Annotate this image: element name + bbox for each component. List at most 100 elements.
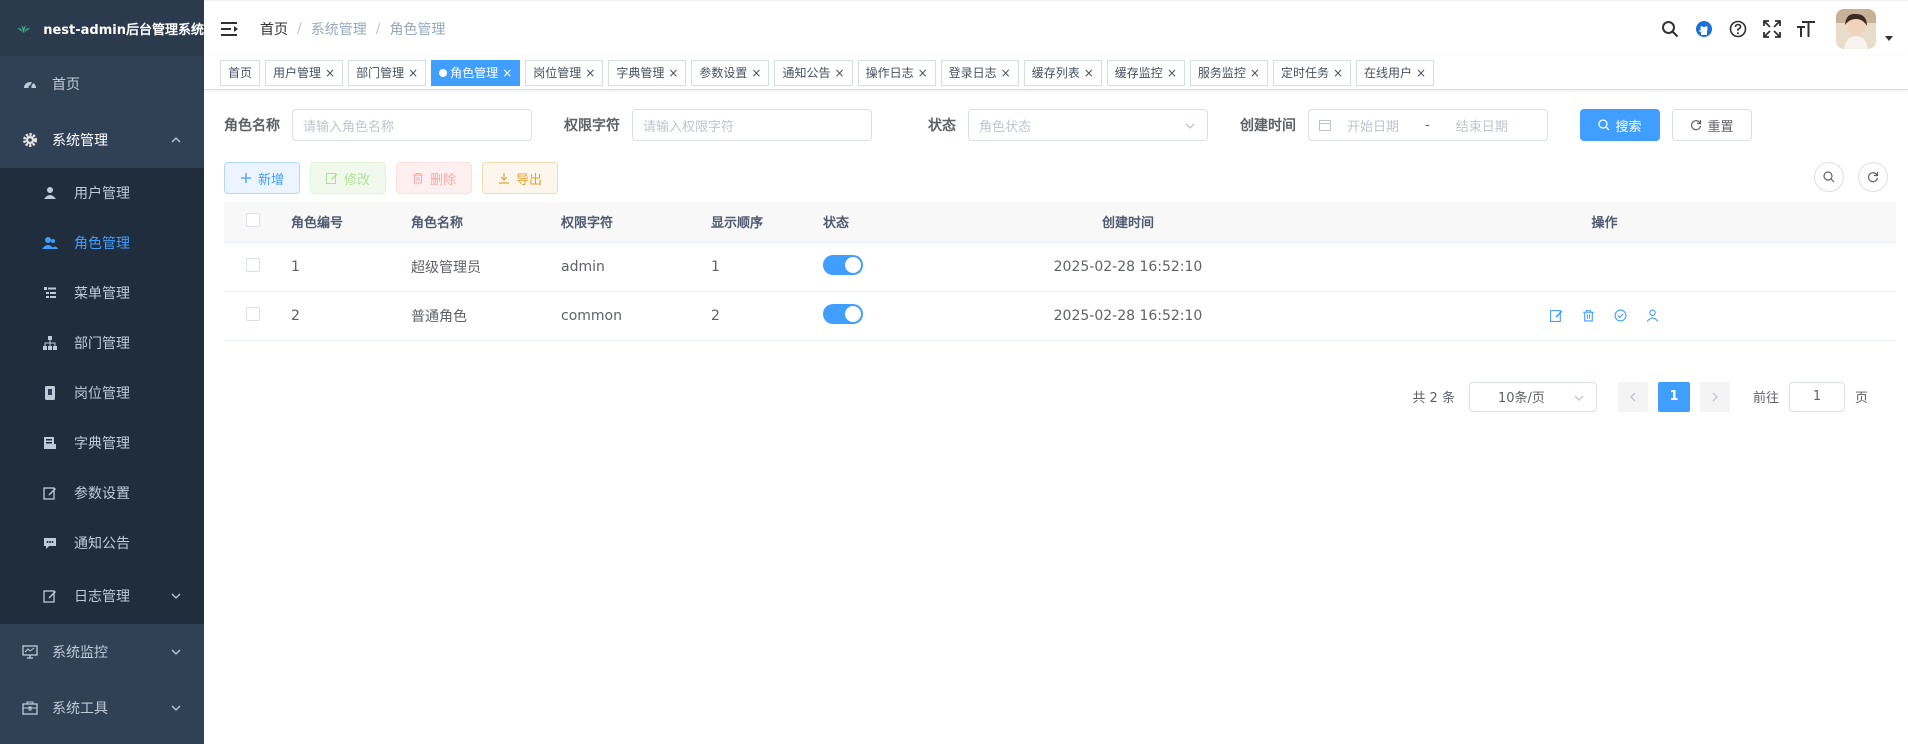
- cell-role-id: 2: [291, 291, 411, 341]
- reset-button[interactable]: 重置: [1672, 109, 1752, 141]
- end-date-placeholder[interactable]: 结束日期: [1456, 116, 1508, 135]
- sidebar-item-menu[interactable]: 菜单管理: [0, 268, 204, 318]
- sidebar-item-config[interactable]: 参数设置: [0, 468, 204, 518]
- user-icon[interactable]: [1645, 308, 1661, 324]
- chevron-down-icon: [1574, 395, 1584, 401]
- export-button[interactable]: 导出: [482, 162, 559, 194]
- sidebar-item-dict[interactable]: 字典管理: [0, 418, 204, 468]
- role-name-input[interactable]: 请输入角色名称: [292, 109, 532, 141]
- delete-button[interactable]: 删除: [396, 162, 473, 194]
- cell-role-name: 超级管理员: [411, 242, 561, 292]
- date-range-picker[interactable]: 开始日期 - 结束日期: [1308, 109, 1548, 141]
- sidebar-item-role[interactable]: 角色管理: [0, 218, 204, 268]
- tag-operlog[interactable]: 操作日志 ×: [857, 59, 936, 86]
- logo[interactable]: nest-admin后台管理系统: [0, 0, 204, 56]
- fullscreen-icon[interactable]: [1762, 19, 1782, 39]
- close-icon[interactable]: ×: [502, 61, 512, 85]
- chevron-down-icon: [171, 649, 181, 655]
- sidebar-item-home[interactable]: 首页: [0, 56, 204, 112]
- sidebar-item-dept[interactable]: 部门管理: [0, 318, 204, 368]
- hamburger-icon[interactable]: [220, 19, 240, 39]
- status-switch[interactable]: [823, 303, 863, 324]
- tag-cache-list[interactable]: 缓存列表 ×: [1023, 59, 1102, 86]
- next-page-button[interactable]: [1699, 381, 1730, 412]
- page-number-current[interactable]: 1: [1657, 381, 1690, 412]
- sidebar: nest-admin后台管理系统 首页 系统管理 用户管理 角色管理 菜单管理 …: [0, 0, 204, 744]
- table-row[interactable]: 2 普通角色 common 2 2025-02-28 16:52:10: [224, 291, 1896, 341]
- close-icon[interactable]: ×: [1416, 61, 1426, 85]
- sidebar-item-label: 参数设置: [74, 486, 130, 502]
- page-unit: 页: [1854, 391, 1868, 406]
- cell-create-time: 2025-02-28 16:52:10: [943, 242, 1313, 292]
- close-icon[interactable]: ×: [325, 61, 335, 85]
- tag-label: 在线用户: [1364, 65, 1413, 80]
- add-button[interactable]: 新增: [224, 162, 301, 194]
- font-size-icon[interactable]: [1796, 19, 1816, 39]
- row-checkbox[interactable]: [246, 257, 260, 272]
- trash-icon[interactable]: [1581, 308, 1597, 324]
- circle-check-icon[interactable]: [1613, 308, 1629, 324]
- sidebar-item-user[interactable]: 用户管理: [0, 168, 204, 218]
- role-name-placeholder: 请输入角色名称: [303, 119, 395, 135]
- sidebar-item-log[interactable]: 日志管理: [0, 568, 204, 624]
- role-key-input[interactable]: 请输入权限字符: [632, 109, 872, 141]
- goto-page-input[interactable]: 1: [1788, 381, 1845, 412]
- tag-role[interactable]: 角色管理 ×: [431, 59, 521, 86]
- switch-knob: [845, 305, 861, 322]
- sidebar-item-post[interactable]: 岗位管理: [0, 368, 204, 418]
- close-icon[interactable]: ×: [918, 61, 928, 85]
- question-icon[interactable]: [1728, 19, 1748, 39]
- tag-dept[interactable]: 部门管理 ×: [348, 59, 427, 86]
- sidebar-item-notice[interactable]: 通知公告: [0, 518, 204, 568]
- prev-page-button[interactable]: [1617, 381, 1648, 412]
- close-icon[interactable]: ×: [751, 61, 761, 85]
- breadcrumb-home[interactable]: 首页: [260, 19, 288, 39]
- pagination: 共 2 条 10条/页 1 前往 1 页: [1412, 381, 1868, 413]
- refresh-button[interactable]: [1858, 162, 1888, 192]
- close-icon[interactable]: ×: [1001, 61, 1011, 85]
- tag-post[interactable]: 岗位管理 ×: [525, 59, 604, 86]
- tag-user[interactable]: 用户管理 ×: [265, 59, 344, 86]
- edit-icon[interactable]: [1549, 308, 1565, 324]
- close-icon[interactable]: ×: [835, 61, 845, 85]
- tag-server[interactable]: 服务监控 ×: [1189, 59, 1268, 86]
- tag-cache-monitor[interactable]: 缓存监控 ×: [1106, 59, 1185, 86]
- close-icon[interactable]: ×: [668, 61, 678, 85]
- close-icon[interactable]: ×: [1250, 61, 1260, 85]
- tag-dict[interactable]: 字典管理 ×: [608, 59, 687, 86]
- reset-button-label: 重置: [1707, 119, 1734, 135]
- close-icon[interactable]: ×: [1167, 61, 1177, 85]
- header-role-id: 角色编号: [291, 202, 411, 243]
- caret-down-icon[interactable]: [1884, 33, 1894, 43]
- sidebar-item-system[interactable]: 系统管理: [0, 112, 204, 168]
- tag-loginlog[interactable]: 登录日志 ×: [940, 59, 1019, 86]
- close-icon[interactable]: ×: [408, 61, 418, 85]
- tag-notice[interactable]: 通知公告 ×: [774, 59, 853, 86]
- sidebar-item-tool[interactable]: 系统工具: [0, 680, 204, 736]
- github-icon[interactable]: [1694, 19, 1714, 39]
- row-checkbox[interactable]: [246, 306, 260, 321]
- peoples-icon: [42, 235, 58, 251]
- close-icon[interactable]: ×: [1333, 61, 1343, 85]
- tag-home[interactable]: 首页: [220, 59, 261, 86]
- close-icon[interactable]: ×: [1084, 61, 1094, 85]
- page-size-select[interactable]: 10条/页: [1468, 381, 1597, 412]
- toggle-search-button[interactable]: [1814, 162, 1844, 192]
- sidebar-item-label: 用户管理: [74, 186, 130, 202]
- select-all-checkbox[interactable]: [246, 212, 260, 227]
- tag-label: 角色管理: [450, 65, 499, 80]
- table-row[interactable]: 1 超级管理员 admin 1 2025-02-28 16:52:10: [224, 242, 1896, 292]
- edit-button[interactable]: 修改: [310, 162, 387, 194]
- tag-config[interactable]: 参数设置 ×: [691, 59, 770, 86]
- cell-role-name: 普通角色: [411, 291, 561, 341]
- avatar[interactable]: [1836, 9, 1876, 49]
- search-icon[interactable]: [1660, 19, 1680, 39]
- tag-online[interactable]: 在线用户 ×: [1356, 59, 1435, 86]
- sidebar-item-monitor[interactable]: 系统监控: [0, 624, 204, 680]
- search-button[interactable]: 搜索: [1580, 109, 1660, 141]
- status-select[interactable]: 角色状态: [968, 109, 1208, 141]
- tag-job[interactable]: 定时任务 ×: [1272, 59, 1352, 86]
- status-switch[interactable]: [823, 254, 863, 275]
- start-date-placeholder[interactable]: 开始日期: [1347, 116, 1399, 135]
- close-icon[interactable]: ×: [585, 61, 595, 85]
